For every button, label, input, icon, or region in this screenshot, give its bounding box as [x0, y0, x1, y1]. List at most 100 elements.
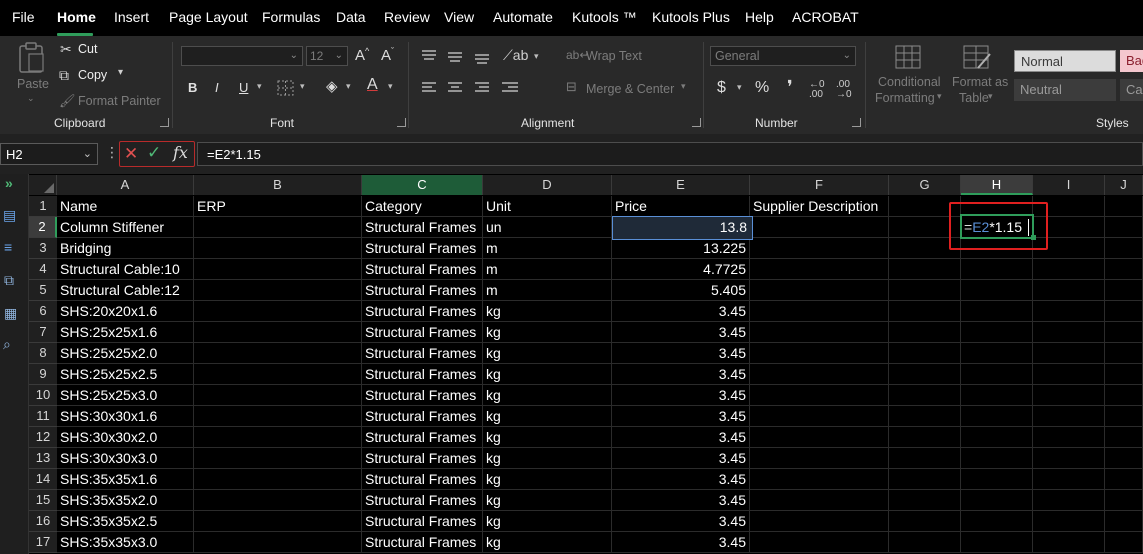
row-header-8[interactable]: 8	[29, 343, 57, 364]
cell-C16[interactable]: Structural Frames	[362, 511, 483, 532]
cell-G11[interactable]	[889, 406, 961, 427]
cell-I15[interactable]	[1033, 490, 1105, 511]
cell-J16[interactable]	[1105, 511, 1143, 532]
row-header-6[interactable]: 6	[29, 301, 57, 322]
select-all-corner[interactable]	[29, 175, 57, 195]
row-header-16[interactable]: 16	[29, 511, 57, 532]
cell-D15[interactable]: kg	[483, 490, 612, 511]
cell-G17[interactable]	[889, 532, 961, 553]
cell-F11[interactable]	[750, 406, 889, 427]
cell-F1[interactable]: Supplier Description	[750, 196, 889, 217]
more-options-icon[interactable]: ⋮	[105, 144, 119, 161]
percent-button[interactable]: %	[755, 79, 769, 97]
row-header-7[interactable]: 7	[29, 322, 57, 343]
cell-G6[interactable]	[889, 301, 961, 322]
italic-button[interactable]: I	[215, 80, 219, 95]
cell-E5[interactable]: 5.405	[612, 280, 750, 301]
row-header-11[interactable]: 11	[29, 406, 57, 427]
bold-button[interactable]: B	[188, 80, 197, 95]
cell-J7[interactable]	[1105, 322, 1143, 343]
cell-E15[interactable]: 3.45	[612, 490, 750, 511]
cell-D16[interactable]: kg	[483, 511, 612, 532]
shrink-font-icon[interactable]: Aˇ	[381, 46, 394, 64]
cell-J17[interactable]	[1105, 532, 1143, 553]
cell-J12[interactable]	[1105, 427, 1143, 448]
cell-D12[interactable]: kg	[483, 427, 612, 448]
font-launcher-icon[interactable]	[397, 118, 406, 127]
cell-H11[interactable]	[961, 406, 1033, 427]
cell-E9[interactable]: 3.45	[612, 364, 750, 385]
cell-A10[interactable]: SHS:25x25x3.0	[57, 385, 194, 406]
cell-E11[interactable]: 3.45	[612, 406, 750, 427]
cell-F6[interactable]	[750, 301, 889, 322]
cell-D11[interactable]: kg	[483, 406, 612, 427]
cell-B15[interactable]	[194, 490, 362, 511]
cell-D10[interactable]: kg	[483, 385, 612, 406]
cell-A13[interactable]: SHS:30x30x3.0	[57, 448, 194, 469]
comma-button[interactable]: ❜	[787, 77, 793, 98]
cell-H14[interactable]	[961, 469, 1033, 490]
row-header-9[interactable]: 9	[29, 364, 57, 385]
cell-J10[interactable]	[1105, 385, 1143, 406]
cell-C5[interactable]: Structural Frames	[362, 280, 483, 301]
cell-D5[interactable]: m	[483, 280, 612, 301]
orientation-icon[interactable]: ⟋ab	[503, 47, 528, 64]
cell-I10[interactable]	[1033, 385, 1105, 406]
cell-I5[interactable]	[1033, 280, 1105, 301]
cell-A16[interactable]: SHS:35x35x2.5	[57, 511, 194, 532]
cell-A9[interactable]: SHS:25x25x2.5	[57, 364, 194, 385]
formula-input[interactable]: =E2*1.15	[197, 142, 1143, 166]
row-header-13[interactable]: 13	[29, 448, 57, 469]
style-bad[interactable]: Bad	[1120, 50, 1143, 72]
cell-F4[interactable]	[750, 259, 889, 280]
find-replace-icon[interactable]: ⌕	[3, 336, 11, 353]
number-launcher-icon[interactable]	[852, 118, 861, 127]
column-header-I[interactable]: I	[1033, 175, 1105, 195]
cell-F8[interactable]	[750, 343, 889, 364]
cell-C8[interactable]: Structural Frames	[362, 343, 483, 364]
cell-J3[interactable]	[1105, 238, 1143, 259]
conditional-formatting-button[interactable]: Conditional Formatting ▾	[872, 42, 944, 108]
cell-E14[interactable]: 3.45	[612, 469, 750, 490]
cell-J5[interactable]	[1105, 280, 1143, 301]
style-neutral[interactable]: Neutral	[1014, 79, 1116, 101]
cell-H5[interactable]	[961, 280, 1033, 301]
menu-formulas[interactable]: Formulas	[262, 9, 320, 25]
menu-data[interactable]: Data	[336, 9, 366, 25]
cell-I12[interactable]	[1033, 427, 1105, 448]
cell-G12[interactable]	[889, 427, 961, 448]
cell-E2-value[interactable]: 13.8	[613, 217, 750, 237]
cell-C1[interactable]: Category	[362, 196, 483, 217]
cell-B3[interactable]	[194, 238, 362, 259]
cell-J11[interactable]	[1105, 406, 1143, 427]
cell-A17[interactable]: SHS:35x35x3.0	[57, 532, 194, 553]
menu-home[interactable]: Home	[57, 9, 96, 25]
merge-center-button[interactable]: ⊟ Merge & Center ▾	[566, 79, 696, 98]
cell-A5[interactable]: Structural Cable:12	[57, 280, 194, 301]
cell-E1[interactable]: Price	[612, 196, 750, 217]
wrap-text-button[interactable]: ab↵ Wrap Text	[566, 48, 646, 66]
row-header-3[interactable]: 3	[29, 238, 57, 259]
cell-I6[interactable]	[1033, 301, 1105, 322]
cell-D13[interactable]: kg	[483, 448, 612, 469]
autotext-icon[interactable]: ≡	[4, 239, 12, 255]
cell-C3[interactable]: Structural Frames	[362, 238, 483, 259]
cell-I14[interactable]	[1033, 469, 1105, 490]
increase-decimal-icon[interactable]: ←0.00	[809, 80, 825, 100]
menu-page-layout[interactable]: Page Layout	[169, 9, 248, 25]
cell-A7[interactable]: SHS:25x25x1.6	[57, 322, 194, 343]
row-header-12[interactable]: 12	[29, 427, 57, 448]
number-format-combo[interactable]: General ⌄	[710, 46, 856, 66]
cell-I11[interactable]	[1033, 406, 1105, 427]
cell-A14[interactable]: SHS:35x35x1.6	[57, 469, 194, 490]
cell-G8[interactable]	[889, 343, 961, 364]
column-header-H[interactable]: H	[961, 175, 1033, 195]
menu-view[interactable]: View	[444, 9, 474, 25]
cell-E12[interactable]: 3.45	[612, 427, 750, 448]
cell-D17[interactable]: kg	[483, 532, 612, 553]
cell-G15[interactable]	[889, 490, 961, 511]
cell-H10[interactable]	[961, 385, 1033, 406]
row-header-2[interactable]: 2	[29, 217, 57, 238]
cell-E6[interactable]: 3.45	[612, 301, 750, 322]
workbook-sheets-icon[interactable]: ▤	[3, 207, 16, 224]
